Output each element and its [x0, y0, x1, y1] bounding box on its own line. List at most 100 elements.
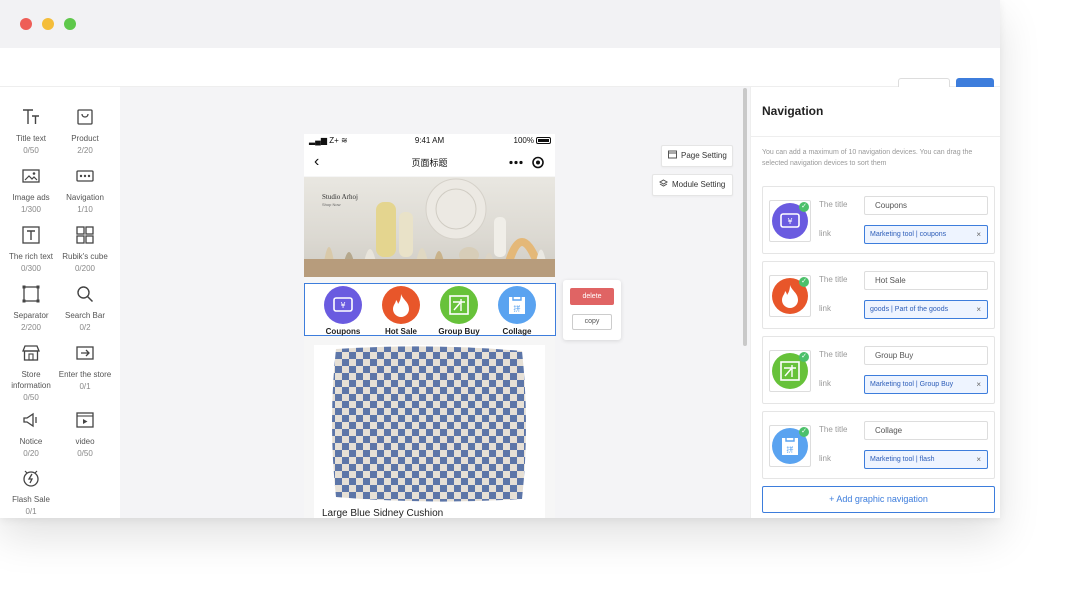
- component-separator[interactable]: Separator 2/200: [1, 284, 61, 332]
- component-image-ads[interactable]: Image ads 1/300: [1, 166, 61, 214]
- link-tag[interactable]: Marketing tool | coupons ×: [864, 225, 988, 244]
- page-setting-label: Page Setting: [681, 151, 727, 160]
- title-input[interactable]: Collage: [864, 421, 988, 440]
- divider: [751, 136, 1000, 137]
- title-input[interactable]: Group Buy: [864, 346, 988, 365]
- svg-text:拼: 拼: [787, 445, 794, 454]
- link-tag[interactable]: goods | Part of the goods ×: [864, 300, 988, 319]
- navigation-module-selected[interactable]: ¥ Coupons Hot Sale Group Buy 拼 Collage: [304, 283, 556, 336]
- flame-icon: [382, 286, 420, 324]
- component-label: video: [75, 437, 95, 446]
- component-label: Navigation: [66, 193, 104, 202]
- nav-image-picker[interactable]: ✓: [769, 275, 811, 317]
- component-title-text[interactable]: Title text 0/50: [1, 107, 61, 155]
- page-setting-button[interactable]: Page Setting: [661, 145, 733, 167]
- battery-icon: [536, 137, 551, 144]
- title-input[interactable]: Coupons: [864, 196, 988, 215]
- maximize-window-button[interactable]: [64, 18, 76, 30]
- component-count: 0/20: [23, 449, 39, 458]
- layers-icon: [659, 179, 668, 187]
- toolbar-secondary-button[interactable]: [898, 78, 950, 87]
- component-enter-store[interactable]: Enter the store 0/1: [55, 343, 115, 391]
- component-search-bar[interactable]: Search Bar 0/2: [55, 284, 115, 332]
- title-input[interactable]: Hot Sale: [864, 271, 988, 290]
- component-count: 0/50: [77, 449, 93, 458]
- notice-icon: [23, 412, 37, 428]
- component-count: 2/20: [77, 146, 93, 155]
- link-field-label: link: [819, 454, 832, 463]
- enter-store-icon: [76, 346, 94, 360]
- phone-status-bar: ▂▄▆ Z+ ≋ 9:41 AM 100%: [304, 134, 555, 148]
- component-count: 0/2: [79, 323, 91, 332]
- nav-item-label: Group Buy: [438, 327, 480, 336]
- nav-config-card-coupons[interactable]: ¥ ✓ The title Coupons link Marketing too…: [762, 186, 995, 254]
- battery-indicator: 100%: [514, 136, 551, 145]
- component-navigation[interactable]: Navigation 1/10: [55, 166, 115, 214]
- remove-link-icon[interactable]: ×: [976, 451, 981, 468]
- panel-title: Navigation: [762, 104, 824, 118]
- nav-image-picker[interactable]: ✓: [769, 350, 811, 392]
- component-count: 0/200: [74, 264, 96, 273]
- check-icon: ✓: [799, 277, 809, 287]
- svg-text:拼: 拼: [514, 304, 521, 313]
- nav-image-picker[interactable]: 拼 ✓: [769, 425, 811, 467]
- nav-image-picker[interactable]: ¥ ✓: [769, 200, 811, 242]
- component-label: Store information: [11, 370, 51, 390]
- component-flash-sale[interactable]: Flash Sale 0/1: [1, 468, 61, 516]
- minimize-window-button[interactable]: [42, 18, 54, 30]
- component-count: 0/300: [20, 264, 42, 273]
- rich-text-icon: [22, 226, 40, 244]
- nav-item-coupons[interactable]: ¥ Coupons: [315, 286, 371, 336]
- component-label: Rubik's cube: [62, 252, 108, 261]
- copy-button[interactable]: copy: [572, 314, 612, 330]
- component-label: Image ads: [12, 193, 50, 202]
- nav-config-card-group-buy[interactable]: ✓ The title Group Buy link Marketing too…: [762, 336, 995, 404]
- svg-text:¥: ¥: [340, 301, 345, 310]
- component-count: 1/10: [77, 205, 93, 214]
- nav-item-collage[interactable]: 拼 Collage: [489, 286, 545, 336]
- nav-item-group-buy[interactable]: Group Buy: [431, 286, 487, 336]
- component-store-information[interactable]: Store information 0/50: [1, 343, 61, 402]
- component-rubiks-cube[interactable]: Rubik's cube 0/200: [55, 225, 115, 273]
- close-window-button[interactable]: [20, 18, 32, 30]
- component-video[interactable]: video 0/50: [55, 410, 115, 458]
- navigation-icon: [76, 170, 94, 182]
- product-icon: [77, 109, 93, 125]
- phone-nav-bar: ‹ 页面标题: [304, 148, 555, 176]
- title-field-label: The title: [819, 425, 848, 434]
- component-label: Notice: [19, 437, 43, 446]
- check-icon: ✓: [799, 202, 809, 212]
- link-field-label: link: [819, 229, 832, 238]
- nav-config-card-collage[interactable]: 拼 ✓ The title Collage link Marketing too…: [762, 411, 995, 479]
- component-notice[interactable]: Notice 0/20: [1, 410, 61, 458]
- remove-link-icon[interactable]: ×: [976, 301, 981, 318]
- remove-link-icon[interactable]: ×: [976, 376, 981, 393]
- title-bar: [0, 0, 1000, 48]
- component-label: Flash Sale: [12, 495, 50, 504]
- add-graphic-navigation-button[interactable]: + Add graphic navigation: [762, 486, 995, 513]
- banner-image[interactable]: Studio Arhoj Shop Now: [304, 177, 555, 277]
- collage-icon: 拼: [498, 286, 536, 324]
- check-icon: ✓: [799, 352, 809, 362]
- link-field-label: link: [819, 304, 832, 313]
- link-tag[interactable]: Marketing tool | Group Buy ×: [864, 375, 988, 394]
- component-count: 2/200: [20, 323, 42, 332]
- component-label: Enter the store: [58, 370, 112, 379]
- nav-item-hot-sale[interactable]: Hot Sale: [373, 286, 429, 336]
- component-product[interactable]: Product 2/20: [55, 107, 115, 155]
- remove-link-icon[interactable]: ×: [976, 226, 981, 243]
- component-label: Title text: [16, 134, 46, 143]
- component-rich-text[interactable]: The rich text 0/300: [1, 225, 61, 273]
- link-tag[interactable]: Marketing tool | flash ×: [864, 450, 988, 469]
- nav-config-card-hot-sale[interactable]: ✓ The title Hot Sale link goods | Part o…: [762, 261, 995, 329]
- toolbar-primary-button[interactable]: [956, 78, 994, 87]
- check-icon: ✓: [799, 427, 809, 437]
- canvas-scrollbar[interactable]: [743, 88, 747, 346]
- delete-button[interactable]: delete: [570, 288, 614, 305]
- module-setting-button[interactable]: Module Setting: [652, 174, 733, 196]
- product-card[interactable]: Large Blue Sidney Cushion: [314, 345, 545, 518]
- mini-program-capsule[interactable]: [489, 153, 549, 172]
- component-count: 0/1: [79, 382, 91, 391]
- navigation-settings-panel: Navigation You can add a maximum of 10 n…: [750, 87, 1000, 518]
- page-setting-icon: [668, 150, 677, 159]
